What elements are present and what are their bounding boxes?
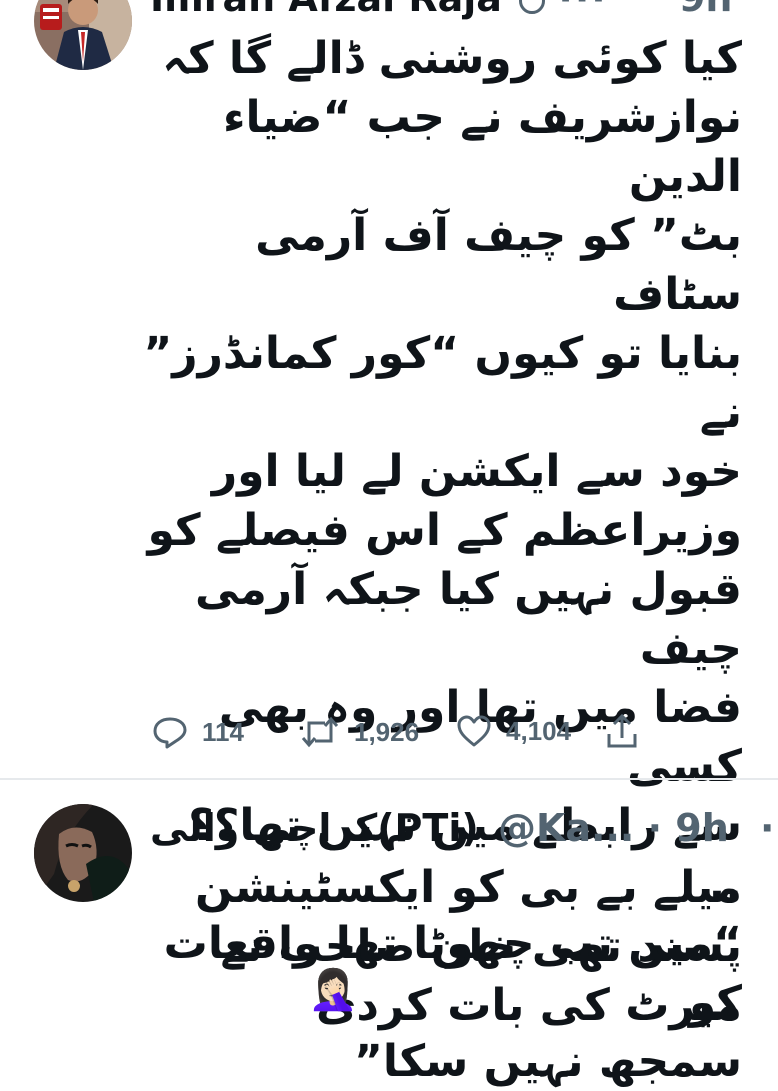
- share-icon: [607, 713, 637, 748]
- retweet-icon: [301, 716, 339, 748]
- more-options-icon[interactable]: ···: [760, 806, 778, 850]
- reply-icon: [153, 717, 187, 749]
- share-button[interactable]: [604, 712, 654, 750]
- retweet-count: 1,926: [354, 716, 420, 747]
- tweet-header: Imran Afzal Raja ··· 9h: [150, 0, 732, 20]
- tweet-header: کراچی والی(PTi) @Ka... · 9h ···: [150, 806, 778, 850]
- tweet-time[interactable]: 9h: [679, 0, 733, 20]
- verified-badge-icon: [519, 0, 546, 14]
- tweet-text-content: میلے بے بی کو ایکسٹینشن پسند تھی خان صاح…: [195, 862, 742, 1031]
- retweet-button[interactable]: 1,926: [300, 714, 419, 750]
- more-options-icon[interactable]: ···: [558, 0, 607, 20]
- author-avatar[interactable]: [34, 804, 132, 902]
- tweet-divider: [0, 778, 778, 780]
- like-count: 4,104: [506, 715, 572, 746]
- author-name[interactable]: کراچی والی(PTi): [150, 806, 479, 850]
- reply-button[interactable]: 114: [152, 714, 244, 750]
- tweet-actions: 114 1,926 4,104: [0, 712, 778, 756]
- tweet-text: میلے بے بی کو ایکسٹینشن پسند تھی خان صاح…: [142, 858, 742, 1035]
- author-name[interactable]: Imran Afzal Raja: [150, 0, 502, 20]
- tweet-time[interactable]: · 9h: [648, 806, 729, 850]
- author-avatar[interactable]: [34, 0, 132, 70]
- heart-icon: [457, 715, 491, 747]
- facepalm-emoji: 🤦🏻‍♀️: [308, 967, 358, 1013]
- author-handle[interactable]: @Ka...: [498, 806, 634, 850]
- like-button[interactable]: 4,104: [456, 714, 571, 748]
- reply-count: 114: [202, 716, 244, 747]
